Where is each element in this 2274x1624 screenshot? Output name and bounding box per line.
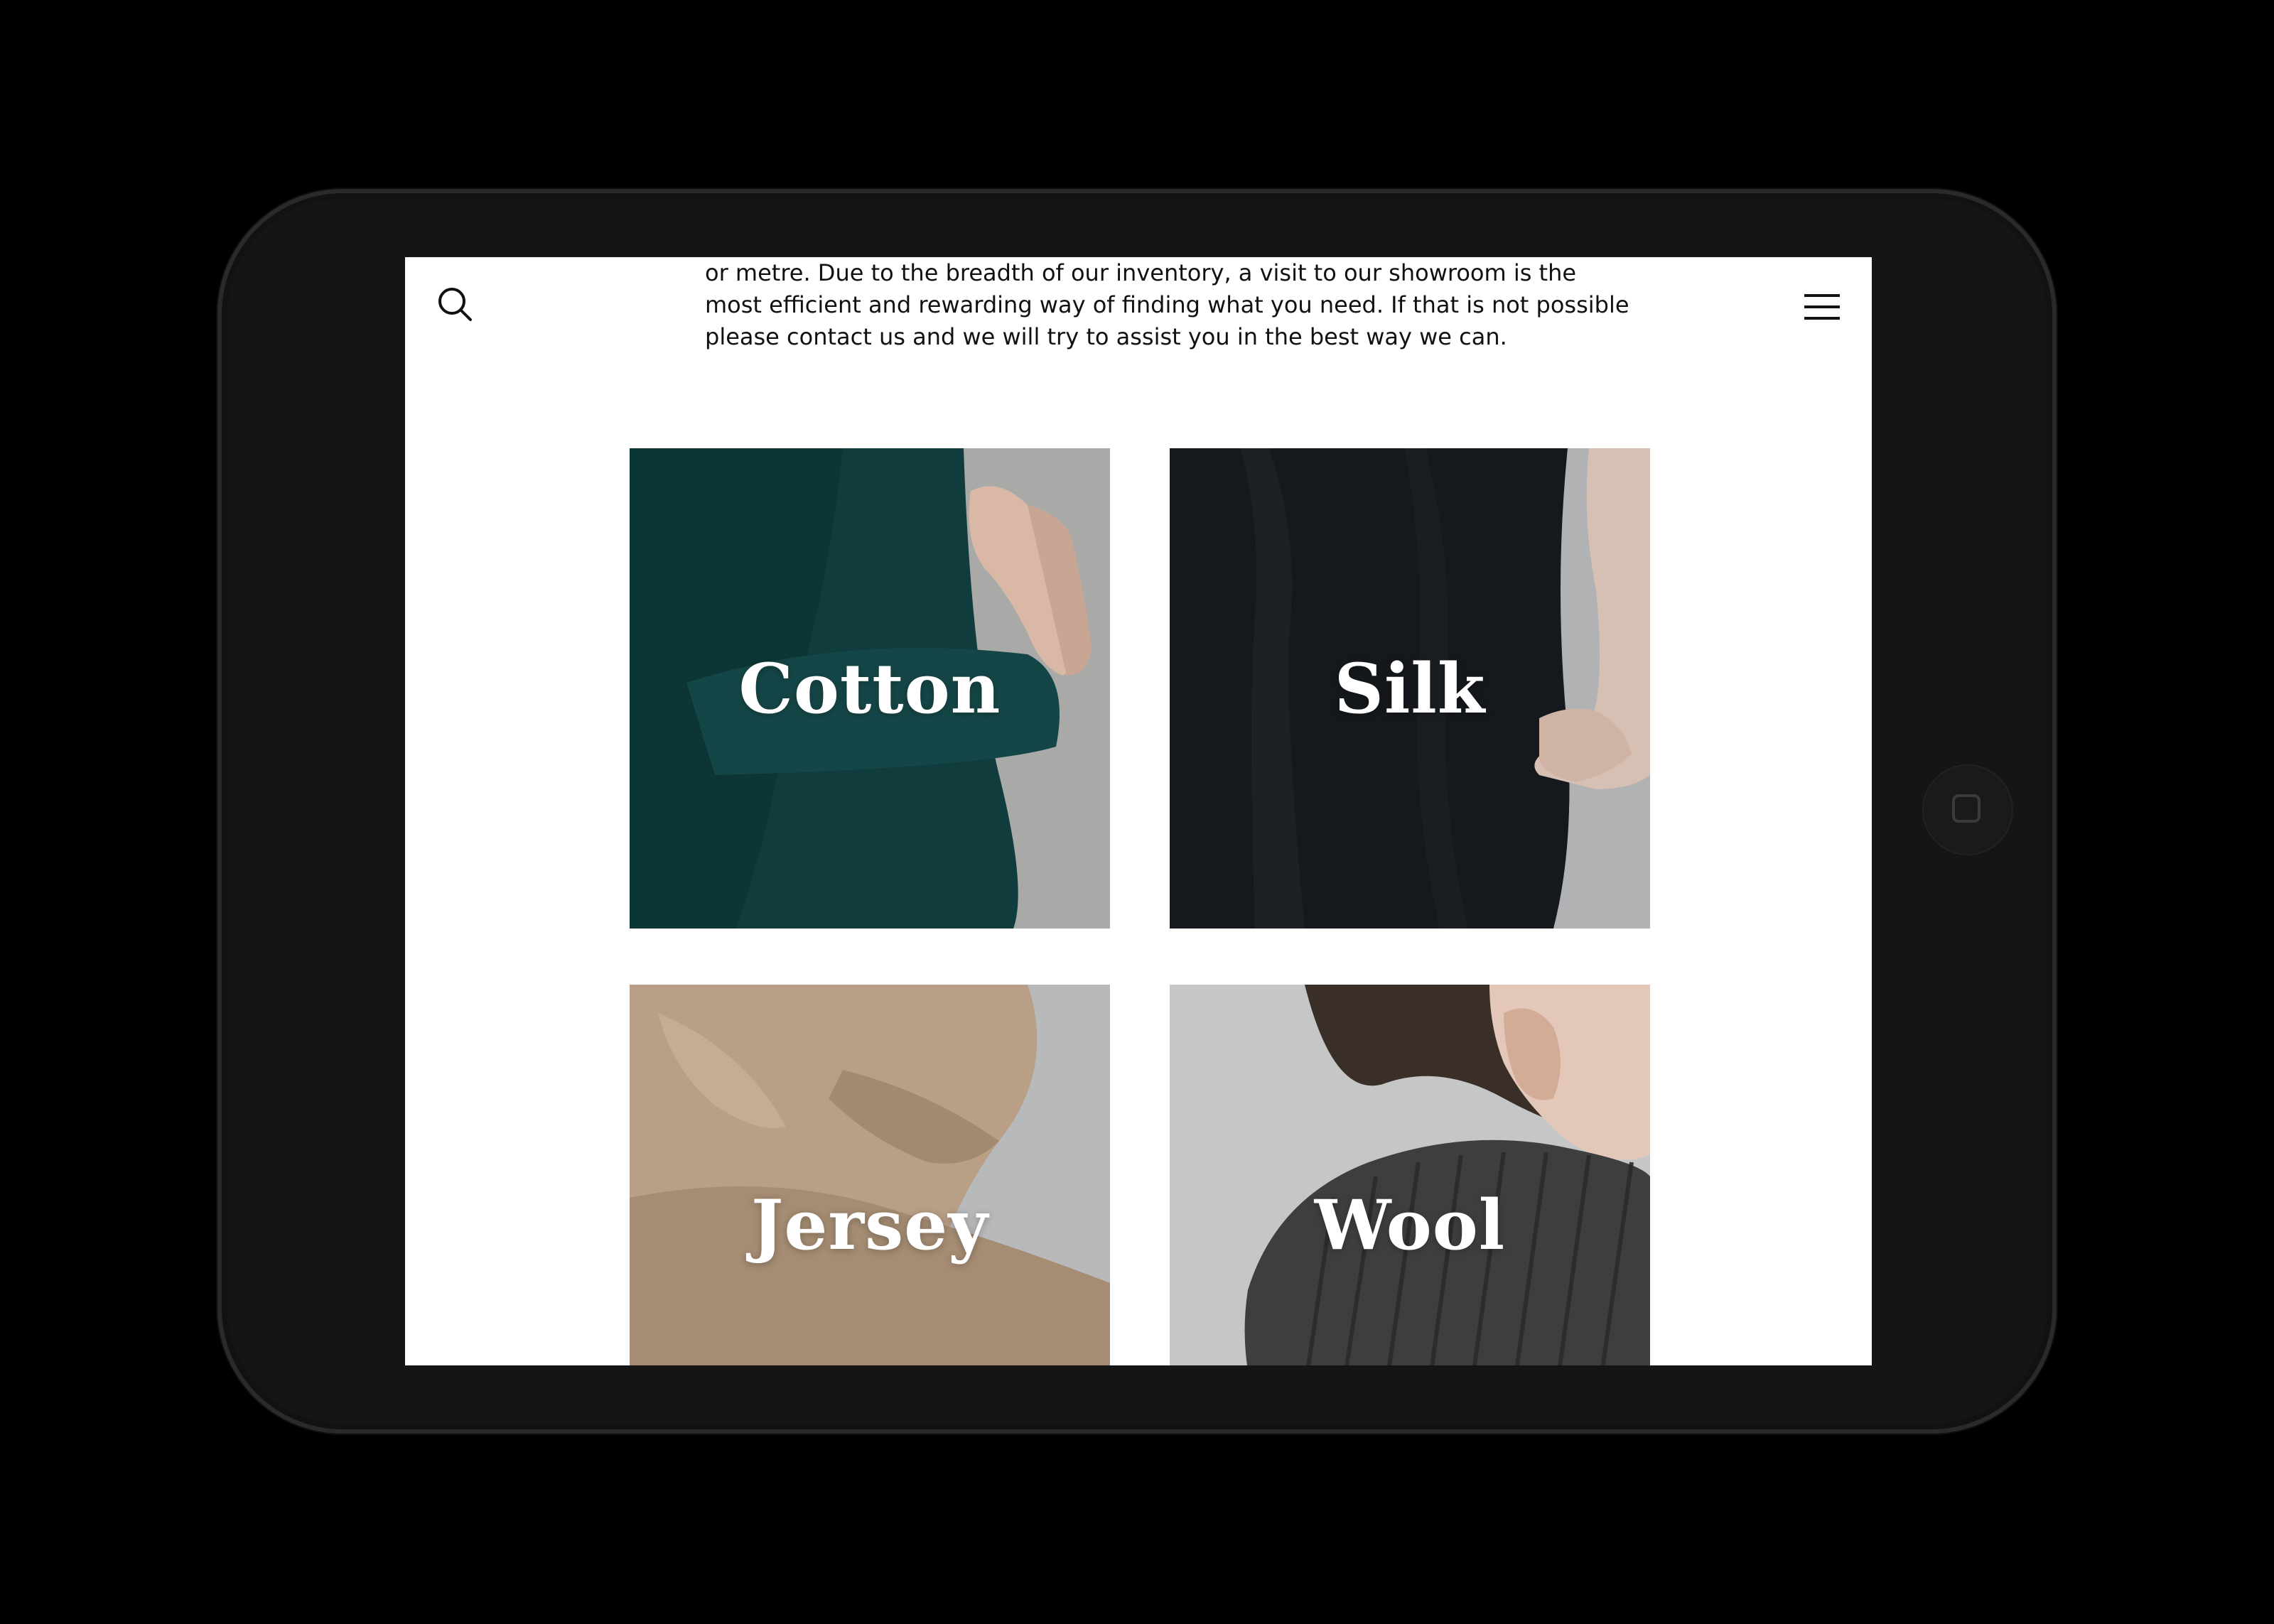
intro-line: or metre. Due to the breadth of our inve… [705,259,1577,286]
category-tile-silk[interactable]: Silk [1170,448,1650,929]
category-label: Jersey [751,1184,988,1265]
menu-button[interactable] [1802,290,1842,324]
home-button[interactable] [1922,764,2013,855]
category-label: Cotton [738,648,1001,729]
hamburger-menu-icon [1804,294,1840,320]
intro-line: please contact us and we will try to ass… [705,323,1507,350]
category-label: Silk [1334,648,1486,729]
search-icon [438,288,472,321]
screen: or metre. Due to the breadth of our inve… [405,257,1872,1365]
category-tile-wool[interactable]: Wool [1170,985,1650,1365]
category-tile-jersey[interactable]: Jersey [630,985,1110,1365]
category-label: Wool [1314,1184,1506,1265]
search-button[interactable] [435,284,478,327]
home-square-icon [1952,794,1981,823]
category-tile-cotton[interactable]: Cotton [630,448,1110,929]
intro-text: or metre. Due to the breadth of our inve… [705,257,1629,353]
intro-line: most efficient and rewarding way of find… [705,291,1629,318]
